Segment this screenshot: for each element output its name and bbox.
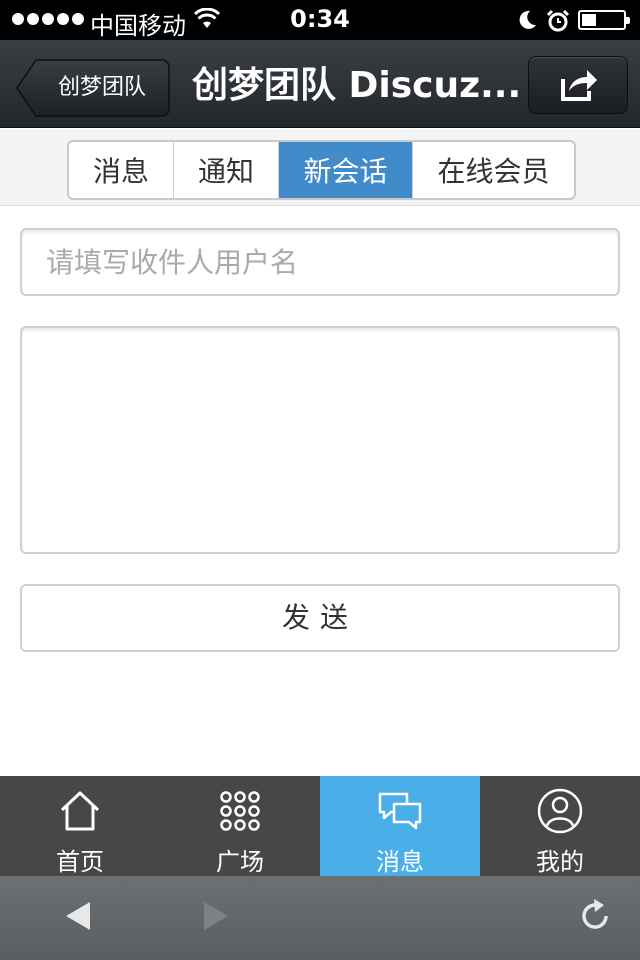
segment-notifications[interactable]: 通知 [174,142,279,198]
back-button[interactable]: 创梦团队 [16,59,170,117]
tab-home[interactable]: 首页 [0,776,160,876]
clock-time: 0:34 [290,5,350,33]
back-arrow-icon[interactable] [64,900,92,932]
recipient-input[interactable] [20,228,620,296]
chat-icon [378,792,422,830]
tab-square[interactable]: 广场 [160,776,320,876]
nav-header: 创梦团队 创梦团队 Discuz... [0,40,640,128]
bottom-tabbar: 首页 广场 消息 我的 [0,776,640,876]
page-title: 创梦团队 Discuz... [192,65,522,106]
user-icon [537,788,583,834]
share-button[interactable] [528,56,628,114]
message-textarea[interactable] [20,326,620,554]
forward-arrow-icon[interactable] [202,900,230,932]
segmented-control: 消息 通知 新会话 在线会员 [67,140,576,200]
battery-icon [578,10,630,30]
segment-new-conversation[interactable]: 新会话 [279,142,413,198]
segment-bar: 消息 通知 新会话 在线会员 [0,129,640,206]
tab-messages[interactable]: 消息 [320,776,480,876]
moon-icon [519,10,536,29]
status-bar: 中国移动 0:34 [0,0,640,40]
segment-online-members[interactable]: 在线会员 [413,142,574,198]
browser-toolbar [0,876,640,960]
send-button[interactable]: 发送 [20,584,620,652]
grid-icon [220,791,260,831]
alarm-clock-icon [546,9,570,32]
share-icon [561,70,597,101]
home-icon [60,791,100,831]
tab-me-label: 我的 [536,848,584,876]
tab-messages-label: 消息 [376,848,424,876]
reload-icon[interactable] [578,898,612,934]
tab-square-label: 广场 [216,848,264,876]
tab-me[interactable]: 我的 [480,776,640,876]
tab-home-label: 首页 [56,848,104,876]
segment-messages[interactable]: 消息 [69,142,174,198]
back-button-label: 创梦团队 [57,75,146,100]
